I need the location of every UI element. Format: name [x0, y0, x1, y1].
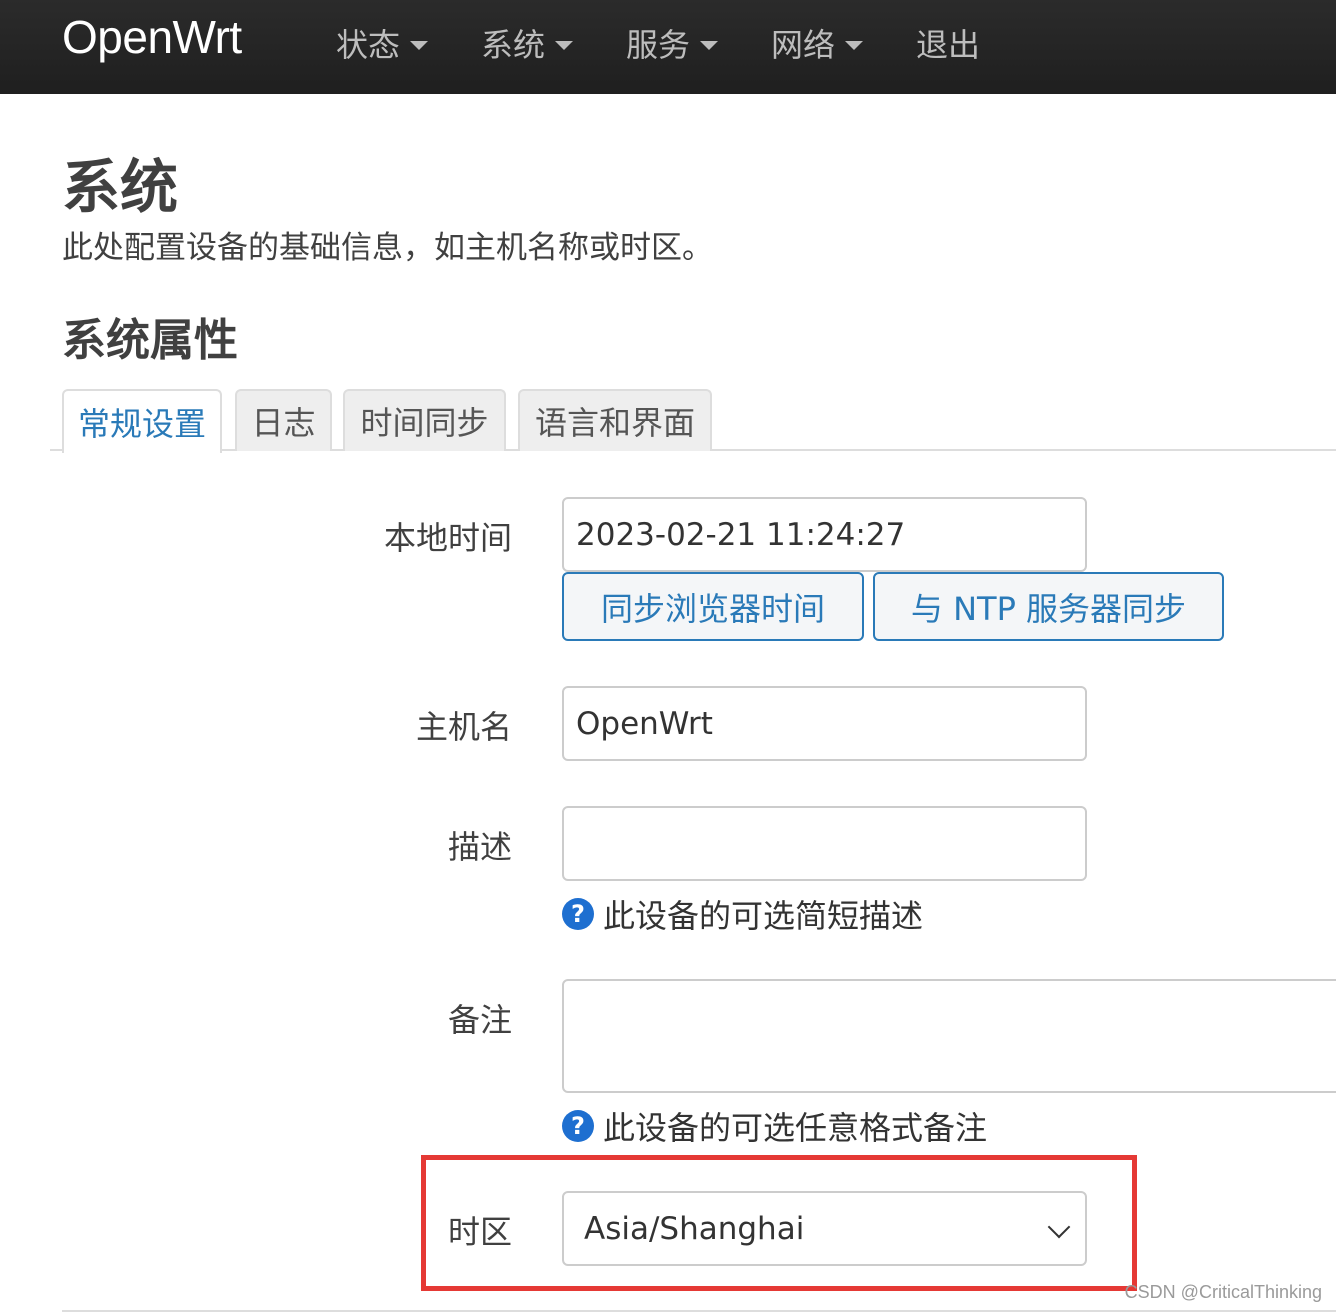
local-time-field[interactable]: 2023-02-21 11:24:27 [562, 497, 1087, 572]
tab-general-settings[interactable]: 常规设置 [62, 389, 222, 453]
nav-status[interactable]: 状态 [336, 20, 429, 66]
chevron-down-icon [845, 40, 864, 50]
description-label: 描述 [447, 828, 512, 866]
hostname-label: 主机名 [415, 708, 512, 746]
nav-services-label: 服务 [626, 26, 691, 64]
nav-network[interactable]: 网络 [771, 20, 864, 66]
help-icon: ? [562, 1110, 594, 1142]
local-time-label: 本地时间 [383, 519, 512, 557]
notes-help-text: 此设备的可选任意格式备注 [603, 1109, 988, 1147]
notes-help: ? 此设备的可选任意格式备注 [562, 1103, 987, 1149]
nav-logout[interactable]: 退出 [916, 20, 980, 66]
top-navbar: OpenWrt 状态 系统 服务 网络 退出 [0, 0, 1336, 94]
chevron-down-icon [410, 40, 429, 50]
sync-ntp-button[interactable]: 与 NTP 服务器同步 [873, 572, 1224, 641]
notes-textarea[interactable] [562, 979, 1336, 1093]
nav-system-label: 系统 [481, 26, 546, 64]
watermark: CSDN @CriticalThinking [1124, 1282, 1322, 1302]
description-help: ? 此设备的可选简短描述 [562, 891, 923, 937]
page-description: 此处配置设备的基础信息，如主机名称或时区。 [62, 230, 713, 266]
section-bottom-divider [62, 1310, 1336, 1312]
nav-network-label: 网络 [771, 26, 836, 64]
nav-system[interactable]: 系统 [481, 20, 574, 66]
section-title: 系统属性 [62, 315, 238, 366]
nav-status-label: 状态 [336, 26, 401, 64]
notes-label: 备注 [447, 1001, 512, 1039]
local-time-value: 2023-02-21 11:24:27 [576, 516, 906, 553]
chevron-down-icon [555, 40, 574, 50]
nav-services[interactable]: 服务 [626, 20, 719, 66]
help-icon: ? [562, 898, 594, 930]
nav-logout-label: 退出 [916, 26, 981, 64]
description-input[interactable] [562, 806, 1087, 881]
hostname-input[interactable]: OpenWrt [562, 686, 1087, 761]
page-title: 系统 [62, 153, 179, 221]
tab-logging[interactable]: 日志 [235, 389, 332, 451]
sync-browser-time-button[interactable]: 同步浏览器时间 [562, 572, 864, 641]
timezone-highlight-annotation [421, 1155, 1137, 1291]
hostname-value: OpenWrt [576, 705, 713, 742]
brand-logo[interactable]: OpenWrt [62, 10, 242, 64]
description-help-text: 此设备的可选简短描述 [603, 897, 924, 935]
tab-language-ui[interactable]: 语言和界面 [518, 389, 712, 451]
tab-time-sync[interactable]: 时间同步 [343, 389, 506, 451]
chevron-down-icon [700, 40, 719, 50]
